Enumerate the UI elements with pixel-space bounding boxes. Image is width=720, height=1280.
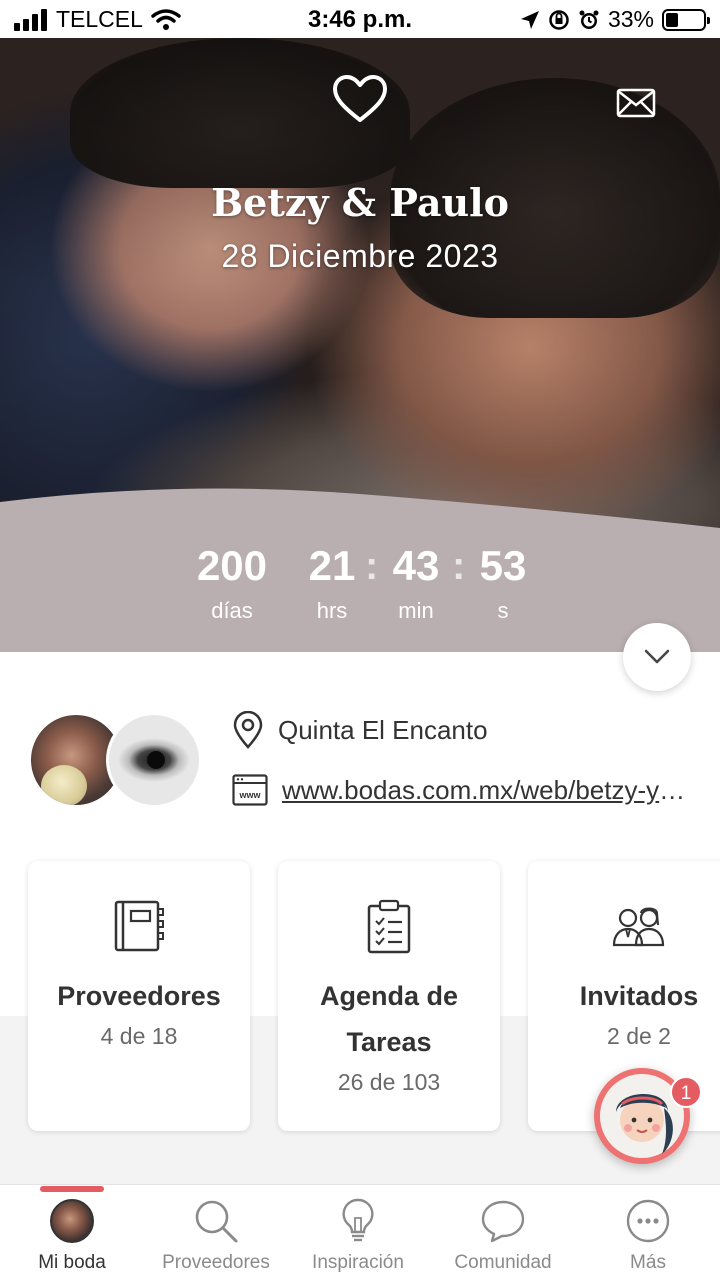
tab-mas[interactable]: Más [576, 1196, 720, 1274]
website-icon: www [232, 774, 268, 806]
card-title: Invitados [579, 981, 699, 1011]
website-link[interactable]: www.bodas.com.mx/web/betzy-y-paulo [282, 775, 690, 806]
venue-row[interactable]: Quinta El Encanto [232, 711, 488, 749]
svg-text:www: www [238, 790, 261, 800]
card-subtitle: 2 de 2 [607, 1023, 671, 1049]
search-icon [195, 1200, 238, 1243]
guests-icon [612, 907, 665, 947]
battery-icon [662, 8, 710, 31]
card-proveedores[interactable]: Proveedores 4 de 18 [28, 861, 250, 1131]
tab-label: Proveedores [162, 1252, 270, 1273]
mail-icon[interactable] [616, 88, 656, 118]
expand-button[interactable] [623, 623, 691, 691]
card-title-line-2: Tareas [346, 1027, 432, 1057]
card-subtitle: 26 de 103 [337, 1069, 441, 1095]
tab-inspiracion[interactable]: Inspiración [286, 1196, 430, 1274]
countdown-hours: 21 hrs [308, 542, 356, 623]
countdown-separator: : [452, 544, 466, 588]
status-bar: TELCEL 3:46 p.m. 33% [0, 0, 720, 38]
countdown-separator: : [365, 544, 379, 588]
venue-name: Quinta El Encanto [278, 714, 488, 745]
heart-icon[interactable] [332, 74, 388, 124]
countdown: 200 días 21 hrs : 43 min : 53 s [0, 540, 720, 650]
card-agenda-tareas[interactable]: Agenda de Tareas 26 de 103 [278, 861, 500, 1131]
alarm-icon [579, 10, 599, 29]
avatar [50, 1199, 94, 1243]
active-tab-indicator [40, 1186, 104, 1192]
website-row[interactable]: www www.bodas.com.mx/web/betzy-y-paulo [232, 774, 690, 806]
tab-label: Comunidad [454, 1252, 552, 1273]
more-icon [626, 1199, 670, 1243]
countdown-seconds: 53 s [479, 542, 527, 623]
tab-label: Inspiración [312, 1252, 404, 1273]
card-subtitle: 4 de 18 [100, 1023, 178, 1049]
chevron-down-icon [644, 649, 670, 664]
hero-photo: Betzy & Paulo 28 Diciembre 2023 200 días… [0, 38, 720, 652]
location-arrow-icon [520, 10, 539, 29]
tab-label: Más [630, 1252, 666, 1273]
countdown-days: 200 días [196, 542, 268, 623]
location-pin-icon [233, 711, 263, 749]
tab-proveedores[interactable]: Proveedores [144, 1196, 288, 1274]
card-title-line-1: Agenda de [319, 981, 459, 1011]
card-title: Proveedores [57, 981, 221, 1011]
tab-label: Mi boda [38, 1252, 106, 1273]
wedding-date: 28 Diciembre 2023 [221, 238, 499, 274]
rotation-lock-icon [549, 9, 569, 30]
countdown-minutes: 43 min [392, 542, 440, 623]
battery-percent: 33% [607, 6, 654, 32]
notebook-icon [114, 900, 164, 952]
notification-badge: 1 [670, 1076, 702, 1108]
lightbulb-icon [342, 1198, 374, 1242]
clipboard-checklist-icon [367, 899, 411, 954]
tab-mi-boda[interactable]: Mi boda [0, 1196, 144, 1274]
chat-bubble-icon [481, 1200, 525, 1243]
tab-comunidad[interactable]: Comunidad [431, 1196, 575, 1274]
couple-names: Betzy & Paulo [211, 180, 509, 225]
partner-avatar-2[interactable] [106, 712, 202, 808]
